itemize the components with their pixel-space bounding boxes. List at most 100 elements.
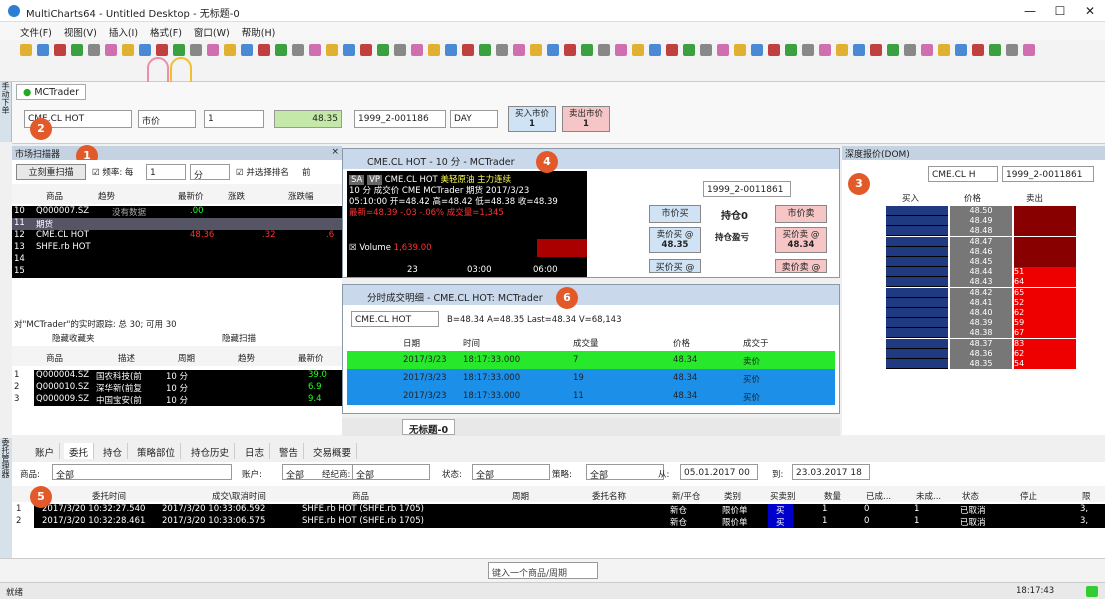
buy-market-button[interactable]: 买入市价 1 bbox=[508, 106, 556, 132]
toolbar-button-icon[interactable] bbox=[598, 44, 610, 56]
dom-col-header[interactable]: 买入 bbox=[902, 192, 919, 204]
row-symbol[interactable]: CME.CL HOT bbox=[36, 230, 106, 240]
row-symbol[interactable]: Q000010.SZ bbox=[36, 382, 94, 392]
price-input[interactable]: 48.35 bbox=[274, 110, 342, 128]
filter-select[interactable]: 05.01.2017 00 bbox=[680, 464, 758, 480]
dom-price[interactable]: 48.48 bbox=[950, 226, 1012, 237]
toolbar-button-icon[interactable] bbox=[360, 44, 372, 56]
menu-format[interactable]: 格式(F) bbox=[144, 22, 188, 42]
toolbar-button-icon[interactable] bbox=[496, 44, 508, 56]
dom-ask-cell[interactable] bbox=[1014, 206, 1076, 216]
scanner-col-header[interactable]: 涨跌 bbox=[228, 190, 245, 202]
menu-help[interactable]: 帮助(H) bbox=[236, 22, 282, 42]
toolbar-button-icon[interactable] bbox=[785, 44, 797, 56]
rescan-button[interactable]: 立刻重扫描 bbox=[16, 164, 86, 180]
tape-col-header[interactable]: 时间 bbox=[463, 337, 480, 349]
row-symbol[interactable]: Q000007.SZ bbox=[36, 206, 106, 216]
toolbar-button-icon[interactable] bbox=[904, 44, 916, 56]
dom-bid-cell[interactable] bbox=[886, 338, 948, 349]
toolbar-button-icon[interactable] bbox=[938, 44, 950, 56]
dom-bid-cell[interactable] bbox=[886, 236, 948, 247]
chart-buy-button[interactable]: 市价买 bbox=[649, 205, 701, 223]
dom-price[interactable]: 48.39 bbox=[950, 318, 1012, 329]
dom-bid-cell[interactable] bbox=[886, 206, 948, 216]
tape-col-header[interactable]: 成交量 bbox=[573, 337, 599, 349]
dom-bid-cell[interactable] bbox=[886, 297, 948, 308]
order-col-header[interactable]: 限 bbox=[1082, 490, 1091, 502]
tape-col-header[interactable]: 日期 bbox=[403, 337, 420, 349]
toolbar-button-icon[interactable] bbox=[683, 44, 695, 56]
dom-price[interactable]: 48.46 bbox=[950, 246, 1012, 257]
minimize-icon[interactable]: — bbox=[1015, 2, 1045, 20]
dom-bid-cell[interactable] bbox=[886, 318, 948, 329]
sell-at-bid-button[interactable]: 买价卖 @48.34 bbox=[775, 227, 827, 253]
order-col-header[interactable]: 商品 bbox=[352, 490, 369, 502]
tif-select[interactable]: DAY bbox=[450, 110, 498, 128]
order-col-header[interactable]: 委托时间 bbox=[92, 490, 126, 502]
dom-ask-cell[interactable]: 51 bbox=[1014, 267, 1076, 278]
scanner-col-header[interactable]: 涨跌幅 bbox=[288, 190, 314, 202]
toolbar-button-icon[interactable] bbox=[649, 44, 661, 56]
toolbar-button-icon[interactable] bbox=[241, 44, 253, 56]
scanner-col-header-2[interactable]: 描述 bbox=[118, 352, 135, 364]
buy-at-bid-button[interactable]: 买价买 @ bbox=[649, 259, 701, 273]
tab-6[interactable]: 警告 bbox=[274, 443, 305, 459]
toolbar-button-icon[interactable] bbox=[1006, 44, 1018, 56]
toolbar-button-icon[interactable] bbox=[207, 44, 219, 56]
toolbar-button-icon[interactable] bbox=[190, 44, 202, 56]
freq-checkbox[interactable]: ☑ 频率: 每 bbox=[92, 166, 133, 178]
dom-ask-cell[interactable]: 65 bbox=[1014, 287, 1076, 298]
dom-ask-cell[interactable]: 54 bbox=[1014, 359, 1076, 369]
toolbar-button-icon[interactable] bbox=[326, 44, 338, 56]
tab-4[interactable]: 持仓历史 bbox=[186, 443, 236, 459]
dom-price[interactable]: 48.45 bbox=[950, 257, 1012, 267]
dom-bid-cell[interactable] bbox=[886, 277, 948, 288]
chart-sell-button[interactable]: 市价卖 bbox=[775, 205, 827, 223]
order-col-header[interactable]: 状态 bbox=[962, 490, 979, 502]
dom-price[interactable]: 48.37 bbox=[950, 338, 1012, 349]
dom-bid-cell[interactable] bbox=[886, 257, 948, 267]
dom-col-header[interactable]: 价格 bbox=[964, 192, 981, 204]
dom-ask-cell[interactable]: 64 bbox=[1014, 277, 1076, 288]
menu-file[interactable]: 文件(F) bbox=[14, 22, 58, 42]
toolbar-button-icon[interactable] bbox=[479, 44, 491, 56]
sort-checkbox[interactable]: ☑ 并选择排名 bbox=[236, 166, 289, 178]
close-icon[interactable]: × bbox=[331, 147, 339, 157]
account-select[interactable]: 1999_2-001186 bbox=[354, 110, 446, 128]
tab-3[interactable]: 策略部位 bbox=[132, 443, 182, 459]
order-bar-side-tab[interactable]: 手动下单 bbox=[0, 82, 12, 142]
dom-ask-cell[interactable] bbox=[1014, 216, 1076, 227]
sell-market-button[interactable]: 卖出市价 1 bbox=[562, 106, 610, 132]
freq-unit-select[interactable]: 分 bbox=[190, 164, 230, 180]
filter-select[interactable]: 23.03.2017 18 bbox=[792, 464, 870, 480]
toolbar-button-icon[interactable] bbox=[955, 44, 967, 56]
dom-ask-cell[interactable] bbox=[1014, 226, 1076, 237]
toolbar-button-icon[interactable] bbox=[836, 44, 848, 56]
tab-1[interactable]: 委托 bbox=[64, 443, 95, 459]
dom-bid-cell[interactable] bbox=[886, 226, 948, 237]
filter-select[interactable]: 全部 bbox=[352, 464, 430, 480]
menu-view[interactable]: 视图(V) bbox=[58, 22, 103, 42]
toolbar-button-icon[interactable] bbox=[71, 44, 83, 56]
dom-bid-cell[interactable] bbox=[886, 216, 948, 227]
toolbar-button-icon[interactable] bbox=[377, 44, 389, 56]
toolbar-button-icon[interactable] bbox=[105, 44, 117, 56]
dom-ask-cell[interactable] bbox=[1014, 257, 1076, 267]
dom-bid-cell[interactable] bbox=[886, 267, 948, 278]
order-type-select[interactable]: 市价 bbox=[138, 110, 196, 128]
symbol-resolution-input[interactable]: 键入一个商品/周期 bbox=[488, 562, 598, 579]
dom-price[interactable]: 48.44 bbox=[950, 267, 1012, 278]
order-col-header[interactable]: 委托名称 bbox=[592, 490, 626, 502]
scanner-col-header-2[interactable]: 周期 bbox=[178, 352, 195, 364]
order-col-header[interactable]: 成交\取消时间 bbox=[212, 490, 266, 502]
toolbar-button-icon[interactable] bbox=[989, 44, 1001, 56]
tape-col-header[interactable]: 成交于 bbox=[743, 337, 769, 349]
row-symbol[interactable]: SHFE.rb HOT bbox=[36, 242, 106, 252]
scanner-col-header-2[interactable]: 趋势 bbox=[238, 352, 255, 364]
close-icon[interactable]: ✕ bbox=[1075, 2, 1105, 20]
toolbar-button-icon[interactable] bbox=[1023, 44, 1035, 56]
dom-bid-cell[interactable] bbox=[886, 246, 948, 257]
dom-price[interactable]: 48.36 bbox=[950, 348, 1012, 359]
toolbar-button-icon[interactable] bbox=[37, 44, 49, 56]
toolbar-button-icon[interactable] bbox=[258, 44, 270, 56]
